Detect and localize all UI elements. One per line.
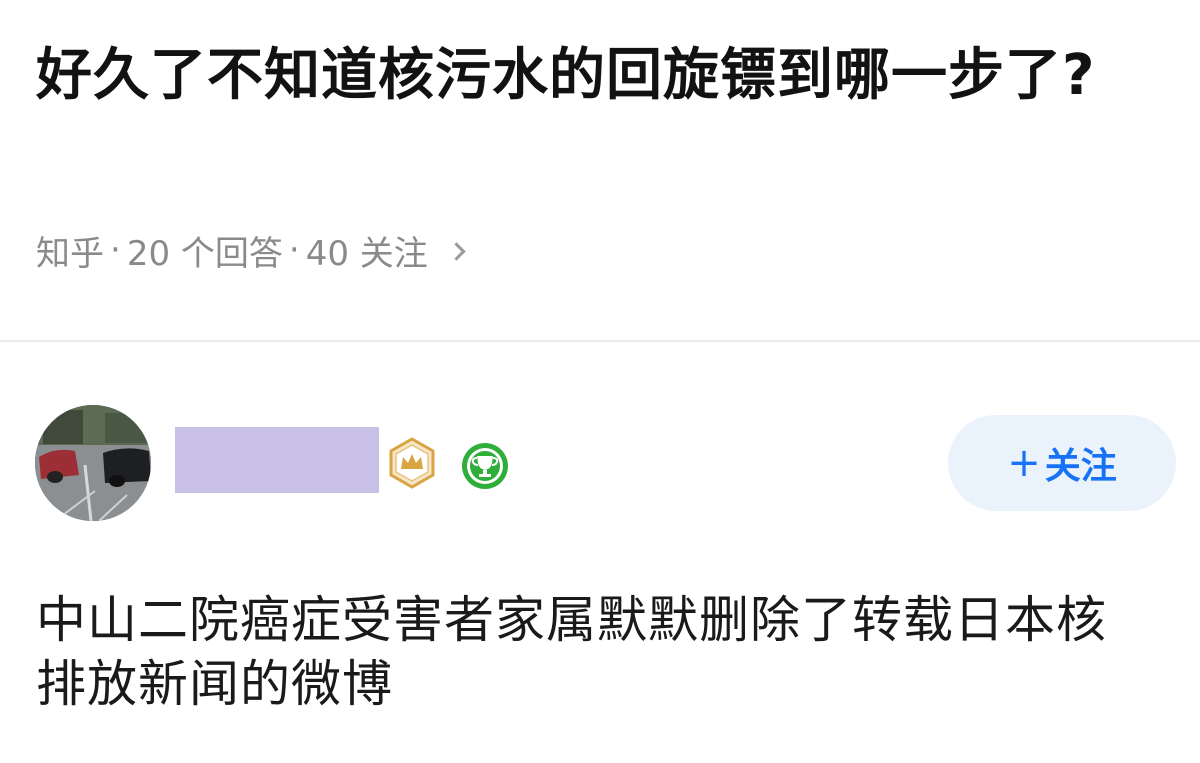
follow-button-label: 关注 — [1044, 446, 1117, 487]
question-meta-link[interactable]: 知乎 · 20 个回答 · 40 关注 — [36, 228, 466, 274]
answers-count: 20 个回答 — [126, 233, 283, 274]
trophy-badge-icon[interactable] — [460, 441, 510, 491]
source-label: 知乎 — [36, 233, 104, 274]
follow-button[interactable]: + 关注 — [948, 415, 1176, 511]
crown-badge-icon[interactable] — [386, 437, 438, 489]
meta-separator: · — [110, 230, 121, 270]
question-title: 好久了不知道核污水的回旋镖到哪一步了? — [36, 43, 1096, 108]
section-divider — [0, 340, 1200, 342]
avatar-photo — [35, 405, 151, 521]
author-avatar[interactable] — [35, 405, 151, 521]
plus-icon: + — [1007, 440, 1041, 486]
meta-separator: · — [288, 230, 300, 270]
followers-count: 40 关注 — [305, 233, 428, 274]
answer-content[interactable]: 中山二院癌症受害者家属默默删除了转载日本核排放新闻的微博 — [36, 588, 1156, 716]
redacted-username[interactable] — [175, 427, 379, 493]
chevron-right-icon — [447, 241, 466, 261]
